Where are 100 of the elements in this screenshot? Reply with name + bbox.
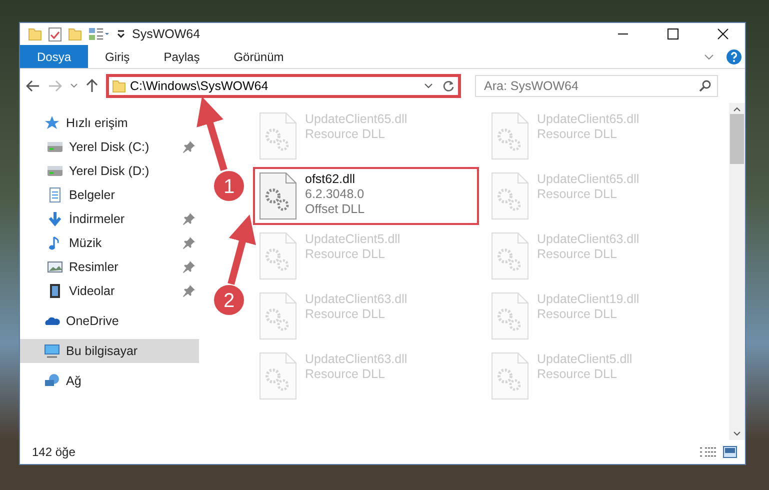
ribbon-tab[interactable]: Görünüm — [216, 45, 301, 68]
computer-icon — [44, 343, 60, 359]
dll-file-icon — [491, 172, 529, 220]
pin-icon[interactable] — [183, 261, 195, 273]
pin-icon[interactable] — [183, 141, 195, 153]
dll-file-icon — [259, 352, 297, 400]
nav-item[interactable]: Resimler — [20, 255, 199, 279]
nav-item[interactable]: Bu bilgisayar — [20, 339, 199, 363]
file-name: UpdateClient65.dll — [537, 172, 640, 187]
file-detail: Resource DLL — [305, 247, 386, 262]
checklist-icon[interactable] — [48, 26, 62, 42]
step-badge: 1 — [214, 171, 244, 201]
file-name: UpdateClient65.dll — [305, 112, 408, 127]
file-detail: Resource DLL — [537, 367, 618, 382]
file-name: UpdateClient63.dll — [305, 292, 408, 307]
file-name: UpdateClient5.dll — [305, 232, 400, 247]
pointer-arrow — [228, 214, 256, 285]
file-detail: Resource DLL — [537, 307, 618, 322]
picture-icon — [47, 259, 63, 275]
step-badge: 2 — [214, 285, 244, 315]
nav-item[interactable]: Belgeler — [20, 183, 199, 207]
pin-icon[interactable] — [183, 237, 195, 249]
nav-label: Müzik — [69, 234, 103, 252]
file-detail: Offset DLL — [305, 202, 365, 217]
minimize-icon — [618, 33, 628, 35]
customize-caret-icon[interactable] — [116, 29, 126, 39]
details-view-icon[interactable] — [699, 446, 717, 458]
dll-file-icon — [259, 112, 297, 160]
up-arrow-icon[interactable] — [86, 79, 98, 93]
expand-ribbon-icon[interactable] — [704, 52, 714, 60]
film-icon — [47, 283, 63, 299]
scroll-down-icon[interactable] — [733, 431, 741, 437]
nav-item[interactable]: Müzik — [20, 231, 199, 255]
ribbon-tab[interactable]: Dosya — [20, 45, 88, 68]
nav-item[interactable]: OneDrive — [20, 309, 199, 333]
file-detail: 6.2.3048.0 — [305, 187, 365, 202]
dll-file-icon — [259, 172, 297, 220]
dropdown-caret-icon[interactable] — [424, 83, 433, 89]
nav-label: OneDrive — [66, 312, 120, 330]
file-name: UpdateClient5.dll — [537, 352, 632, 367]
item-count: 142 öğe — [32, 444, 76, 461]
nav-item[interactable]: Yerel Disk (C:) — [20, 135, 199, 159]
nav-item[interactable]: Hızlı erişim — [20, 111, 199, 135]
dll-file-icon — [259, 232, 297, 280]
file-name: UpdateClient63.dll — [537, 232, 640, 247]
document-icon — [47, 187, 63, 203]
search-box[interactable]: Ara: SysWOW64 — [475, 75, 718, 97]
dll-file-icon — [491, 112, 529, 160]
nav-label: Bu bilgisayar — [66, 342, 139, 360]
maximize-icon — [667, 28, 679, 40]
address-bar[interactable]: C:\Windows\SysWOW64 — [106, 74, 461, 98]
refresh-icon[interactable] — [442, 80, 455, 92]
dll-file-icon — [259, 292, 297, 340]
dll-file-icon — [491, 352, 529, 400]
pin-icon[interactable] — [183, 285, 195, 297]
file-name: ofst62.dll — [305, 172, 356, 187]
back-arrow-icon[interactable] — [26, 80, 40, 92]
file-detail: Resource DLL — [537, 187, 618, 202]
ribbon-tab[interactable]: Paylaş — [146, 45, 217, 68]
nav-item[interactable]: İndirmeler — [20, 207, 199, 231]
nav-label: Belgeler — [69, 186, 116, 204]
nav-label: Ağ — [66, 372, 82, 390]
nav-label: Yerel Disk (D:) — [69, 162, 150, 180]
nav-label: Hızlı erişim — [66, 114, 129, 132]
window-title: SysWOW64 — [132, 26, 200, 43]
nav-label: Yerel Disk (C:) — [69, 138, 150, 156]
file-detail: Resource DLL — [305, 127, 386, 142]
file-name: UpdateClient19.dll — [537, 292, 640, 307]
folder-icon — [112, 79, 126, 93]
nav-label: Videolar — [69, 282, 116, 300]
drive-icon — [47, 163, 63, 179]
recent-caret-icon[interactable] — [70, 83, 78, 89]
nav-label: İndirmeler — [69, 210, 126, 228]
scrollbar[interactable] — [729, 103, 745, 440]
dll-file-icon — [491, 292, 529, 340]
file-detail: Resource DLL — [537, 247, 618, 262]
close-icon — [717, 28, 729, 40]
file-detail: Resource DLL — [305, 307, 386, 322]
file-name: UpdateClient63.dll — [305, 352, 408, 367]
network-icon — [44, 373, 60, 389]
file-detail: Resource DLL — [305, 367, 386, 382]
scroll-thumb[interactable] — [730, 114, 744, 164]
star-icon — [44, 115, 60, 131]
help-icon[interactable] — [726, 48, 742, 64]
nav-item[interactable]: Videolar — [20, 279, 199, 303]
ribbon-tab[interactable]: Giriş — [88, 45, 147, 68]
file-detail: Resource DLL — [537, 127, 618, 142]
nav-item[interactable]: Yerel Disk (D:) — [20, 159, 199, 183]
large-icons-view-icon[interactable] — [723, 446, 737, 458]
file-name: UpdateClient65.dll — [537, 112, 640, 127]
file-item[interactable]: ofst62.dll 6.2.3048.0 Offset DLL — [253, 167, 479, 225]
pin-icon[interactable] — [183, 213, 195, 225]
search-icon[interactable] — [699, 80, 711, 92]
nav-label: Resimler — [69, 258, 120, 276]
properties-icon[interactable] — [88, 27, 110, 41]
drive-icon — [47, 139, 63, 155]
scroll-up-icon[interactable] — [733, 106, 741, 112]
download-arrow-icon — [47, 211, 63, 227]
nav-item[interactable]: Ağ — [20, 369, 199, 393]
dll-file-icon — [491, 232, 529, 280]
